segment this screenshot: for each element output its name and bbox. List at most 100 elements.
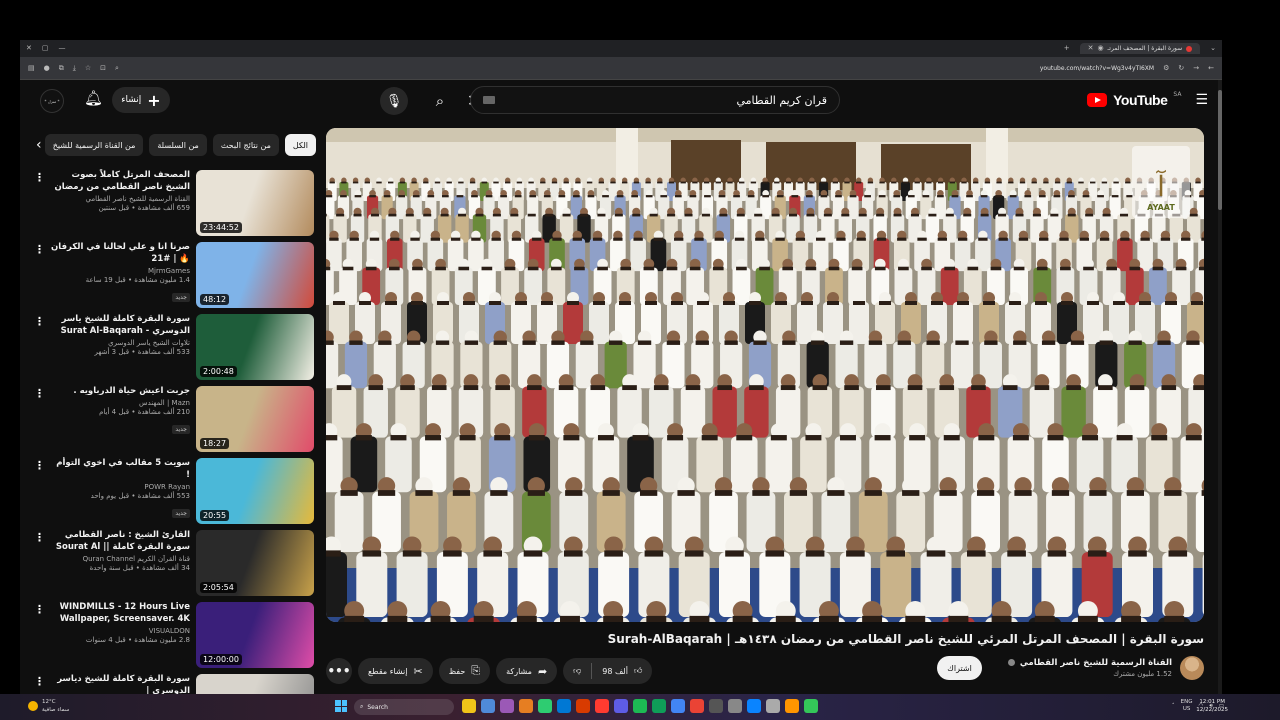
recommendation-title[interactable]: جربت اعيش حياة الدرباويه . [50, 385, 190, 397]
recommendation-title[interactable]: سورة البقرة كاملة للشيخ دياسر الدوسري | [50, 673, 190, 694]
notifications-bell-icon[interactable]: 🔔︎ [84, 89, 103, 107]
forward-icon[interactable]: → [1193, 64, 1199, 72]
taskbar-app-icon[interactable] [595, 699, 609, 713]
recommendation-item[interactable]: 12:00:00 WINDMILLS - 12 Hours Live Wallpa… [28, 599, 318, 671]
tab-list-icon[interactable]: ⌄ [1210, 45, 1216, 52]
taskbar-app-icon[interactable] [500, 699, 514, 713]
share-button[interactable]: مشاركة ➦ [496, 658, 558, 684]
clip-button[interactable]: إنشاء مقطع ✂ [358, 658, 433, 684]
taskbar-app-icon[interactable] [652, 699, 666, 713]
video-thumbnail[interactable]: 2:05:54 [196, 530, 314, 596]
video-thumbnail[interactable]: 2:00:48 [196, 314, 314, 380]
video-thumbnail[interactable]: 23:44:52 [196, 170, 314, 236]
recommendation-title[interactable]: المصحف المرتل كاملاً بصوت الشيخ ناصر الق… [50, 169, 190, 193]
url-field[interactable]: youtube.com/watch?v=Wg3v4yTI6XM [1040, 65, 1154, 72]
create-button[interactable]: إنشاء + [112, 87, 170, 113]
recommendation-title[interactable]: القارئ الشيخ : ناصر القطامي سورة البقرة … [50, 529, 190, 553]
taskbar-app-icon[interactable] [557, 699, 571, 713]
more-vert-icon[interactable]: ⋮ [34, 675, 45, 688]
taskbar-app-icon[interactable] [709, 699, 723, 713]
menu-hamburger-icon[interactable]: ☰ [1195, 92, 1208, 108]
weather-widget[interactable]: 12°C سماء صافية [28, 698, 69, 714]
video-thumbnail[interactable]: 20:55 [196, 458, 314, 524]
more-actions-button[interactable]: ••• [326, 658, 352, 684]
recommendation-channel[interactable]: Mazn | المهندس [50, 399, 190, 407]
taskbar-app-icon[interactable] [690, 699, 704, 713]
chip-from-series[interactable]: من السلسلة [149, 134, 207, 156]
recommendation-item[interactable]: سورة البقرة كاملة للشيخ دياسر الدوسري | ⋮ [28, 671, 318, 694]
account-avatar[interactable]: * منزل * [40, 89, 64, 113]
taskbar-app-icon[interactable] [614, 699, 628, 713]
search-input[interactable]: قران كريم القطامي [470, 86, 840, 114]
more-vert-icon[interactable]: ⋮ [34, 603, 45, 616]
video-thumbnail[interactable]: 18:27 [196, 386, 314, 452]
recommendation-channel[interactable]: MjrmGames [50, 267, 190, 275]
taskbar-app-icon[interactable] [728, 699, 742, 713]
taskbar-app-icon[interactable] [804, 699, 818, 713]
keyboard-icon[interactable] [483, 96, 495, 104]
taskbar-app-icon[interactable] [481, 699, 495, 713]
tab-close-icon[interactable]: ✕ [1088, 45, 1094, 52]
recommendation-item[interactable]: 20:55 سويت 5 مقالب في اخوي التوأم ! POWR R… [28, 455, 318, 527]
recommendation-title[interactable]: سورة البقرة كاملة للشيخ ياسر الدوسري - S… [50, 313, 190, 337]
recommendation-item[interactable]: 2:00:48 سورة البقرة كاملة للشيخ ياسر الدو… [28, 311, 318, 383]
more-vert-icon[interactable]: ⋮ [34, 387, 45, 400]
recommendation-item[interactable]: 2:05:54 القارئ الشيخ : ناصر القطامي سورة … [28, 527, 318, 599]
video-player[interactable]: ﺁ AYAAT [326, 128, 1204, 622]
taskbar-app-icon[interactable] [785, 699, 799, 713]
like-button[interactable]: 98 ألف 👍︎ [592, 658, 652, 684]
minimize-icon[interactable]: — [59, 45, 66, 52]
recommendation-item[interactable]: 48:12 صرنا انا و علي لحالنا في الكرفان 🔥 … [28, 239, 318, 311]
screenshot-icon[interactable]: ⊡ [100, 64, 106, 72]
save-button[interactable]: حفظ ⎘ [438, 658, 491, 684]
channel-name[interactable]: القناة الرسمية للشيخ ناصر القطامي [1006, 658, 1172, 668]
taskbar-app-icon[interactable] [766, 699, 780, 713]
taskbar-search[interactable]: ⌕ Search [354, 699, 454, 715]
maximize-icon[interactable]: ▢ [42, 45, 49, 52]
chip-from-search[interactable]: من نتائج البحث [212, 134, 279, 156]
page-scrollbar-thumb[interactable] [1218, 90, 1222, 210]
youtube-logo[interactable]: YouTube SA ☰ [1087, 91, 1208, 108]
site-settings-icon[interactable]: ⚙ [1163, 64, 1169, 72]
taskbar-app-icon[interactable] [462, 699, 476, 713]
taskbar-app-icon[interactable] [633, 699, 647, 713]
profile-icon[interactable]: ● [44, 64, 50, 72]
language-indicator[interactable]: ENG US [1181, 699, 1193, 713]
taskbar-app-icon[interactable] [671, 699, 685, 713]
search-icon[interactable]: ⌕ [426, 88, 454, 114]
more-vert-icon[interactable]: ⋮ [34, 171, 45, 184]
downloads-icon[interactable]: ⤓ [73, 64, 76, 72]
dislike-button[interactable]: 👎︎ [563, 658, 591, 684]
taskbar-app-icon[interactable] [538, 699, 552, 713]
taskbar-app-icon[interactable] [747, 699, 761, 713]
recommendation-channel[interactable]: القناة الرسمية للشيخ ناصر القطامي [50, 195, 190, 203]
chip-from-channel[interactable]: من القناة الرسمية للشيخ [44, 134, 144, 156]
windows-start-icon[interactable] [335, 700, 347, 712]
recommendation-channel[interactable]: POWR Rayan [50, 483, 190, 491]
recommendation-channel[interactable]: قناة القرآن الكريم Quran Channel [50, 555, 190, 563]
sidebar-icon[interactable]: ▤ [28, 64, 35, 72]
reload-icon[interactable]: ↻ [1178, 64, 1184, 72]
back-icon[interactable]: ← [1208, 64, 1214, 72]
more-vert-icon[interactable]: ⋮ [34, 315, 45, 328]
recommendation-item[interactable]: 18:27 جربت اعيش حياة الدرباويه . Mazn | ال… [28, 383, 318, 455]
bookmark-star-icon[interactable]: ☆ [85, 64, 91, 72]
recommendation-channel[interactable]: تلاوات الشيخ ياسر الدوسري [50, 339, 190, 347]
more-vert-icon[interactable]: ⋮ [34, 243, 45, 256]
subscribe-button[interactable]: اشتراك [937, 656, 982, 680]
video-thumbnail[interactable]: 48:12 [196, 242, 314, 308]
more-vert-icon[interactable]: ⋮ [34, 531, 45, 544]
recommendation-title[interactable]: WINDMILLS - 12 Hours Live Wallpaper, Scr… [50, 601, 190, 625]
close-window-icon[interactable]: ✕ [26, 45, 32, 52]
video-thumbnail[interactable]: 12:00:00 [196, 602, 314, 668]
video-thumbnail[interactable] [196, 674, 314, 694]
taskbar-app-icon[interactable] [576, 699, 590, 713]
new-tab-icon[interactable]: + [1064, 45, 1070, 52]
recommendation-channel[interactable]: VISUALDON [50, 627, 190, 635]
tab-youtube[interactable]: ✕ ◉ سورة البقرة | المصحف المرتـ [1079, 43, 1201, 54]
recommendation-item[interactable]: 23:44:52 المصحف المرتل كاملاً بصوت الشيخ … [28, 167, 318, 239]
zoom-icon[interactable]: ⌕ [115, 64, 119, 72]
channel-avatar[interactable] [1180, 656, 1204, 680]
taskbar-app-icon[interactable] [519, 699, 533, 713]
extensions-icon[interactable]: ⧉ [59, 64, 64, 72]
